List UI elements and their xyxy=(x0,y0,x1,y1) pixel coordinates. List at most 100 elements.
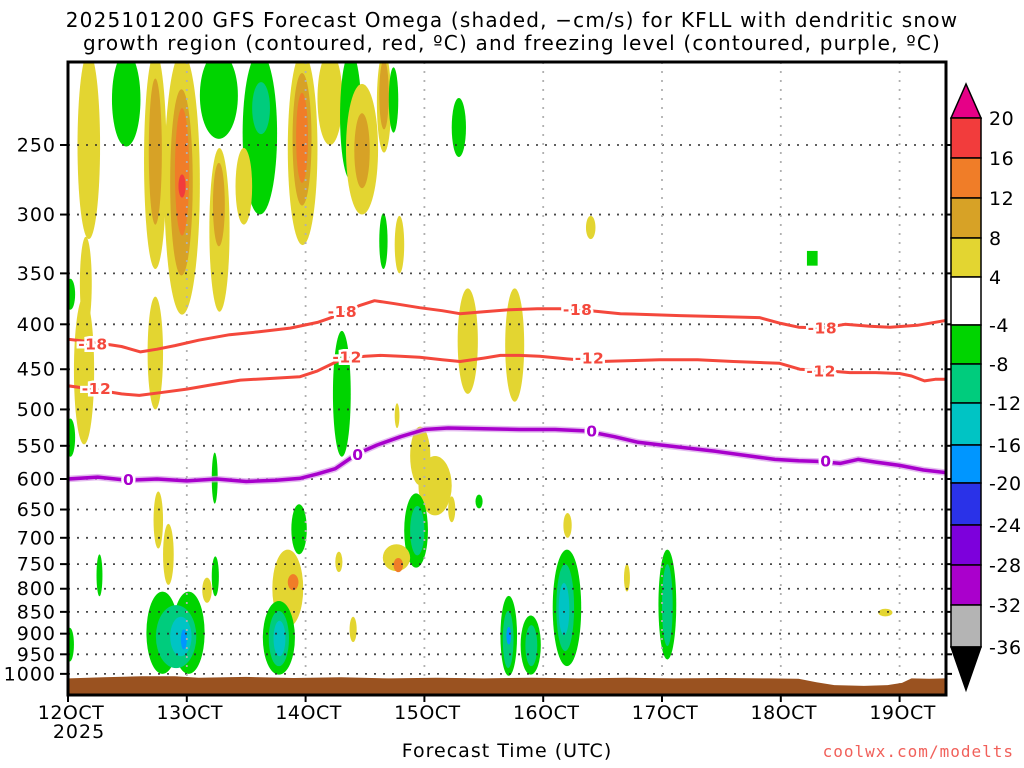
omega-region xyxy=(212,162,225,247)
colorbar-box xyxy=(950,444,982,484)
colorbar-box xyxy=(950,564,982,606)
y-tick-label: 650 xyxy=(17,499,56,521)
dendritic-minus18-label: -18 xyxy=(563,301,593,319)
y-tick-label: 750 xyxy=(17,554,56,576)
dendritic-minus18-label: -18 xyxy=(328,303,358,321)
omega-region xyxy=(379,213,388,269)
freezing-level-0-label: 0 xyxy=(352,446,363,464)
y-tick-label: 300 xyxy=(17,204,56,226)
colorbar-label: -16 xyxy=(989,435,1022,457)
x-tick-label: 17OCT xyxy=(632,702,699,724)
colorbar-label: -20 xyxy=(989,473,1022,495)
colorbar-label: -4 xyxy=(989,315,1009,337)
omega-region xyxy=(394,215,405,274)
omega-region xyxy=(211,556,219,597)
omega-region xyxy=(457,288,478,394)
colorbar-label: -24 xyxy=(989,515,1022,537)
colorbar-label: -36 xyxy=(989,637,1022,659)
omega-region xyxy=(525,625,538,667)
x-tick-label: 16OCT xyxy=(513,702,580,724)
omega-region xyxy=(170,616,192,657)
y-tick-label: 450 xyxy=(17,359,56,381)
colorbar-label: -8 xyxy=(989,354,1009,376)
omega-region xyxy=(505,288,525,402)
omega-region xyxy=(585,215,596,240)
freezing-level-0-halo xyxy=(69,424,945,485)
dendritic-minus12-label: -12 xyxy=(82,380,112,398)
colorbar-label: -12 xyxy=(989,393,1022,415)
omega-cross-section-chart: -18 -18 -18 -18 -12 -12 -12 -12 0 0 0 0 250 300 350 400… xyxy=(4,60,1022,724)
colorbar-box xyxy=(950,117,982,159)
watermark-link[interactable]: coolwx.com/modelts xyxy=(823,742,1014,761)
colorbar-box xyxy=(950,157,982,199)
dendritic-minus12-label: -12 xyxy=(806,362,836,380)
freezing-level-0-label: 0 xyxy=(586,422,597,440)
omega-region xyxy=(96,554,103,597)
colorbar-box xyxy=(950,482,982,526)
dendritic-minus12-label: -12 xyxy=(575,350,605,368)
dendritic-minus18-label: -18 xyxy=(78,335,108,353)
omega-region xyxy=(563,513,572,538)
colorbar-top-arrow xyxy=(949,82,983,119)
omega-region xyxy=(394,403,400,429)
x-axis-title: Forecast Time (UTC) xyxy=(401,740,613,762)
colorbar-bottom-arrow xyxy=(949,646,983,693)
y-tick-label: 850 xyxy=(17,601,56,623)
omega-region xyxy=(558,582,570,636)
omega-region xyxy=(506,626,512,645)
freezing-level-0-label: 0 xyxy=(123,471,134,489)
omega-region xyxy=(291,504,307,555)
colorbar-box xyxy=(950,197,982,239)
y-tick-label: 350 xyxy=(17,263,56,285)
y-tick-label: 400 xyxy=(17,314,56,336)
freezing-level-0-line xyxy=(69,426,945,484)
x-tick-label: 14OCT xyxy=(275,702,342,724)
omega-region xyxy=(410,505,425,556)
colorbar-label: 8 xyxy=(989,228,1002,250)
omega-region xyxy=(349,616,357,643)
y-tick-label: 800 xyxy=(17,578,56,600)
omega-region xyxy=(235,148,253,225)
omega-region xyxy=(379,63,389,130)
colorbar: 20 16 12 8 4 -4 -8 -12 -16 -20 -24 -28 -32 -36 xyxy=(949,82,1022,693)
omega-region xyxy=(273,620,286,657)
y-tick-label: 1000 xyxy=(4,663,56,685)
omega-region xyxy=(393,557,404,573)
omega-region xyxy=(806,250,818,266)
omega-region xyxy=(153,491,164,549)
omega-region xyxy=(148,78,162,225)
omega-region xyxy=(388,67,399,133)
x-tick-label: 15OCT xyxy=(394,702,461,724)
dendritic-minus18-label: -18 xyxy=(808,320,838,338)
colorbar-label: 4 xyxy=(989,267,1002,289)
omega-region xyxy=(287,574,299,591)
omega-region xyxy=(178,174,186,198)
omega-region xyxy=(252,82,270,135)
x-tick-label: 13OCT xyxy=(157,702,224,724)
terrain-profile xyxy=(69,676,945,694)
dendritic-minus12-label: -12 xyxy=(332,349,362,367)
omega-region xyxy=(202,577,212,603)
omega-region xyxy=(451,97,466,158)
colorbar-label: 16 xyxy=(989,148,1014,170)
forecast-cross-section-page: { "title": { "line1": "2025101200 GFS Fo… xyxy=(0,0,1024,768)
y-tick-label: 600 xyxy=(17,468,56,490)
y-tick-label: 700 xyxy=(17,527,56,549)
omega-region xyxy=(475,494,483,509)
omega-region xyxy=(111,63,141,147)
colorbar-label: 20 xyxy=(989,108,1014,130)
omega-region xyxy=(448,496,456,523)
colorbar-label: -28 xyxy=(989,555,1022,577)
colorbar-box xyxy=(950,402,982,446)
freezing-level-0-label: 0 xyxy=(820,452,831,470)
y-tick-label: 550 xyxy=(17,435,56,457)
y-tick-label: 500 xyxy=(17,399,56,421)
contour-labels: -18 -18 -18 -18 -12 -12 -12 -12 0 0 0 0 xyxy=(76,299,839,492)
omega-region xyxy=(878,608,893,617)
omega-region xyxy=(317,63,343,145)
y-tick-label: 250 xyxy=(17,135,56,157)
colorbar-box xyxy=(950,524,982,566)
omega-region xyxy=(623,564,630,592)
omega-region xyxy=(335,551,343,573)
colorbar-box xyxy=(950,363,982,404)
